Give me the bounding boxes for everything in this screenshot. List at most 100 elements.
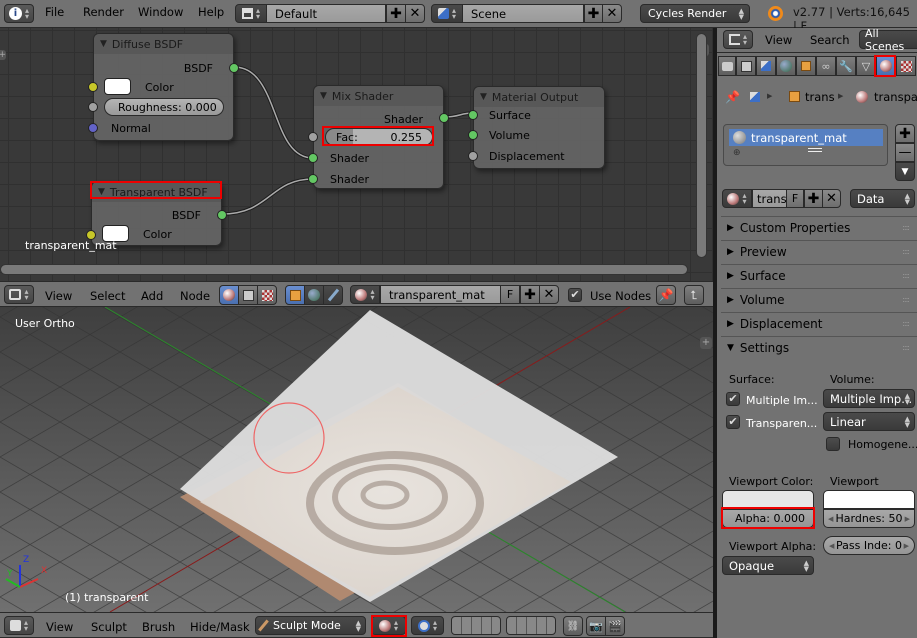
input-color-socket[interactable] [88,82,98,92]
node-transparent-bsdf[interactable]: ▼ Transparent BSDF BSDF Color [86,181,227,246]
collapse-triangle-icon[interactable]: ▼ [480,92,487,102]
vertical-scrollbar[interactable] [696,33,707,258]
horizontal-scrollbar[interactable] [0,264,688,275]
panel-displacement[interactable]: ▶ Displacement:::: [721,312,917,335]
tab-world[interactable] [776,56,796,76]
input-roughness-socket[interactable] [88,102,98,112]
viewport-alpha-dropdown[interactable]: Opaque ▲ ▼ [722,556,814,575]
panel-volume[interactable]: ▶ Volume:::: [721,288,917,311]
toolshelf-toggle-button[interactable]: + [0,50,6,60]
collapse-triangle-icon[interactable]: ▼ [98,187,105,197]
collapse-triangle-icon[interactable]: ▼ [320,91,327,101]
3d-viewport[interactable]: User Ortho Z X Y (1) transparent + [0,307,713,612]
fake-user-button[interactable]: F [500,285,520,304]
output-bsdf-socket[interactable] [229,63,239,73]
multiple-importance-checkbox[interactable]: ✔ [726,392,740,406]
input-shader1-socket[interactable] [308,153,318,163]
tab-data[interactable]: ▽ [856,56,876,76]
collapse-triangle-icon[interactable]: ▼ [100,39,107,49]
scene-selector-button[interactable]: ▴ ▾ [431,4,463,23]
node-editor[interactable]: ▼ Diffuse BSDF BSDF Color Roughness: 0.00… [0,28,713,281]
scene-remove-button[interactable]: ✕ [602,4,622,23]
input-fac-socket[interactable] [308,132,318,142]
input-shader2-socket[interactable] [308,174,318,184]
menu-file[interactable]: File [45,5,64,19]
node-title[interactable]: ▼ Material Output [474,87,604,107]
scene-add-button[interactable]: ✚ [584,4,603,23]
node-title[interactable]: ▼ Mix Shader [314,86,443,106]
menu-select[interactable]: Select [90,289,125,303]
material-link-dropdown[interactable]: Data ▲ ▼ [850,189,915,208]
menu-window[interactable]: Window [138,5,183,19]
homogeneous-checkbox[interactable] [826,437,840,451]
texture-type-world-button[interactable] [304,285,324,305]
parent-tree-button[interactable]: ⮤ [684,285,704,305]
render-engine-dropdown[interactable]: Cycles Render ▲ ▼ [640,4,750,23]
lock-camera-button[interactable]: ⛓ [563,616,583,636]
drag-grip-icon[interactable]: :::: [902,271,910,280]
display-mode-dropdown[interactable]: All Scenes [859,27,917,53]
material-browse-button[interactable]: ▴ ▾ [722,189,752,208]
use-nodes-checkbox[interactable]: ✔ [568,288,582,302]
layers-group-2[interactable] [506,616,556,635]
input-surface-socket[interactable] [468,110,478,120]
menu-add[interactable]: Add [141,289,163,303]
layout-add-button[interactable]: ✚ [386,4,406,23]
increment-arrow-icon[interactable]: ▶ [904,542,909,550]
volume-sampling-dropdown[interactable]: Multiple Imp... ▲ ▼ [823,389,915,408]
drag-grip-icon[interactable]: :::: [902,223,910,232]
menu-search[interactable]: Search [810,33,850,47]
tab-constraints[interactable]: ∞ [816,56,836,76]
node-title[interactable]: ▼ Diffuse BSDF [94,34,233,54]
menu-render[interactable]: Render [83,5,124,19]
menu-help[interactable]: Help [198,5,224,19]
menu-view[interactable]: View [765,33,792,47]
input-displacement-socket[interactable] [468,151,478,161]
node-title[interactable]: ▼ Transparent BSDF [92,182,221,202]
material-browse-button[interactable]: ▴ ▾ [350,285,380,304]
render-animation-button[interactable]: 🎬 [605,616,625,636]
panel-preview[interactable]: ▶ Preview:::: [721,240,917,263]
node-material-output[interactable]: ▼ Material Output Surface Volume Displace… [468,86,605,169]
material-unlink-button[interactable]: ✕ [822,189,841,208]
tab-scene[interactable] [756,56,776,76]
alpha-slider[interactable]: Alpha: 0.000 [722,509,814,528]
decrement-arrow-icon[interactable]: ◀ [829,542,834,550]
input-normal-socket[interactable] [88,123,98,133]
viewport-specular-swatch[interactable] [823,490,915,509]
pin-icon[interactable]: 📌 [725,90,740,104]
menu-node[interactable]: Node [180,289,210,303]
texture-type-object-button[interactable] [285,285,305,305]
hardness-field[interactable]: ◀ Hardnes: 50 ▶ [823,509,915,528]
editor-type-node-button[interactable]: ▴ ▾ [4,285,34,304]
fac-slider[interactable]: Fac: 0.255 [325,128,433,146]
decrement-arrow-icon[interactable]: ◀ [828,515,833,523]
panel-custom-properties[interactable]: ▶ Custom Properties:::: [721,216,917,239]
pin-button[interactable]: 📌 [656,285,676,305]
fake-user-button[interactable]: F [786,189,804,208]
panel-settings[interactable]: ▼ Settings:::: [721,336,917,359]
list-resize-handle[interactable] [808,148,822,152]
output-shader-socket[interactable] [439,113,449,123]
material-slots-list[interactable]: transparent_mat ⊕ [723,124,888,166]
material-name-field[interactable]: transparent_mat [380,285,501,304]
render-image-button[interactable]: 📷 [586,616,606,636]
menu-hide-mask[interactable]: Hide/Mask [190,620,250,634]
layout-remove-button[interactable]: ✕ [405,4,425,23]
editor-type-info-button[interactable]: i ▴ ▾ [4,4,34,23]
color-swatch[interactable] [104,78,131,95]
scene-name-field[interactable]: Scene [462,4,584,23]
filter-options-icon[interactable]: ⊕ [733,148,741,158]
tab-object[interactable] [796,56,816,76]
layout-selector-button[interactable]: ▴ ▾ [235,4,267,23]
viewport-shading-dropdown[interactable]: ▴ ▾ [371,616,406,635]
material-unlink-button[interactable]: ✕ [539,285,559,304]
remove-slot-button[interactable]: — [895,143,915,162]
menu-sculpt[interactable]: Sculpt [91,620,127,634]
drag-grip-icon[interactable]: :::: [902,247,910,256]
mode-dropdown[interactable]: Sculpt Mode ▲ ▼ [255,616,366,635]
shader-type-world-button[interactable] [238,285,258,305]
layout-name-field[interactable]: Default [266,4,386,23]
node-diffuse-bsdf[interactable]: ▼ Diffuse BSDF BSDF Color Roughness: 0.00… [88,33,239,141]
pivot-point-dropdown[interactable]: ▴ ▾ [411,616,444,635]
